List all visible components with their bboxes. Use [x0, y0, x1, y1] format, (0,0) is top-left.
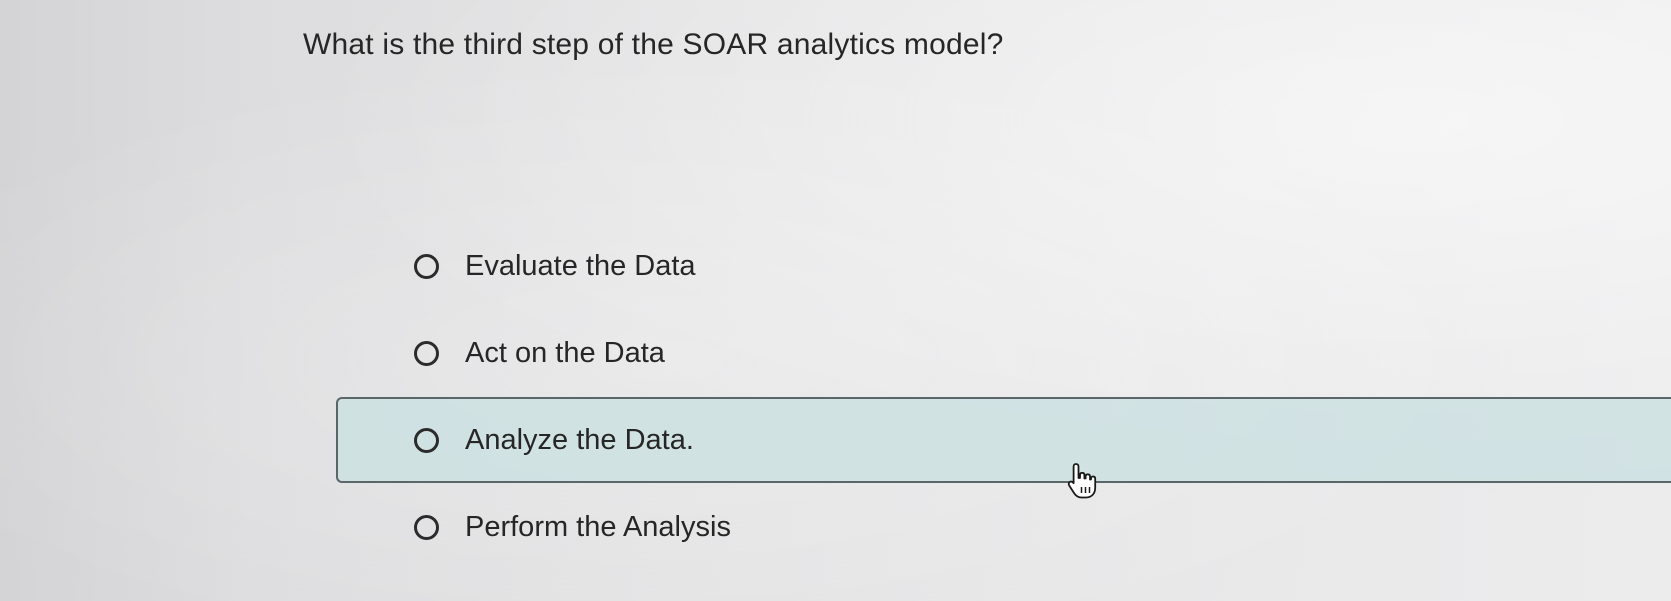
option-label: Act on the Data: [465, 336, 665, 369]
option-perform-the-analysis[interactable]: Perform the Analysis: [336, 484, 1671, 570]
answer-options: Evaluate the Data Act on the Data Analyz…: [0, 0, 1671, 601]
radio-button-icon[interactable]: [414, 253, 439, 279]
option-label: Analyze the Data.: [465, 423, 694, 456]
option-act-on-the-data[interactable]: Act on the Data: [336, 310, 1671, 396]
option-analyze-the-data[interactable]: Analyze the Data.: [336, 397, 1671, 483]
radio-button-icon[interactable]: [414, 340, 439, 366]
hand-pointer-icon: [1067, 463, 1097, 499]
radio-button-icon[interactable]: [414, 427, 439, 453]
radio-button-icon[interactable]: [414, 514, 439, 540]
option-label: Perform the Analysis: [465, 510, 731, 543]
option-label: Evaluate the Data: [465, 249, 696, 282]
option-evaluate-the-data[interactable]: Evaluate the Data: [336, 223, 1671, 309]
